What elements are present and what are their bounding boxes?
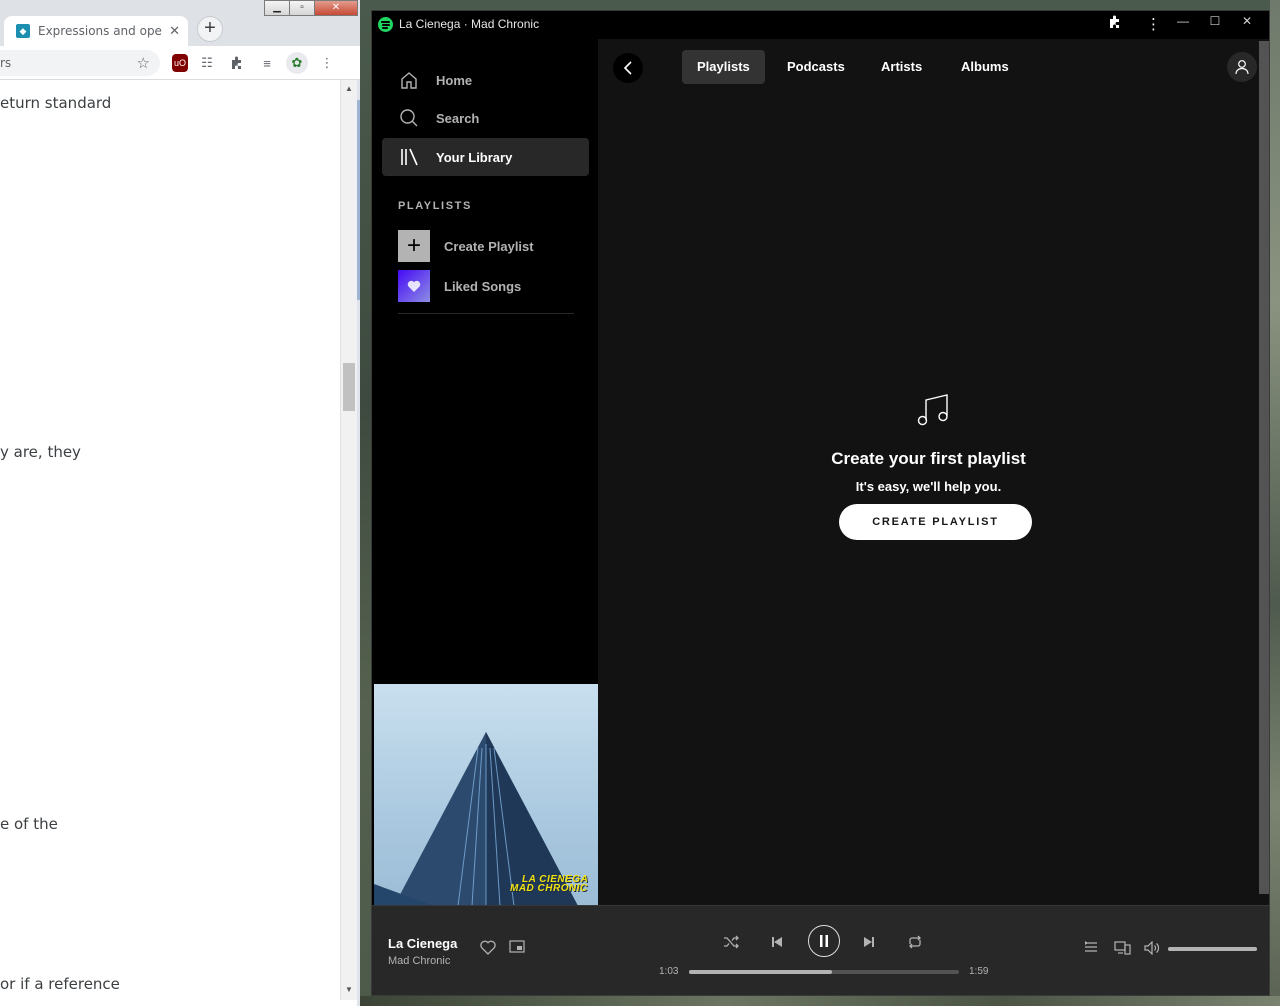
close-button[interactable]: ✕ [314,0,358,16]
bookmark-star-icon[interactable]: ☆ [137,50,150,76]
page-scrollbar[interactable]: ▲ ▼ [340,80,357,1000]
pause-button[interactable] [808,925,840,957]
track-duration: 1:59 [969,966,989,977]
extensions-puzzle-icon[interactable] [1108,15,1122,33]
next-track-icon[interactable] [853,926,885,958]
now-playing-title[interactable]: La Cienega [388,936,457,951]
tab-favicon-icon: ◆ [16,24,30,38]
ublock-extension-icon[interactable]: uO [172,54,188,72]
page-text-line: e of the [0,815,58,833]
tab-albums[interactable]: Albums [946,50,1024,84]
main-scrollbar[interactable] [1259,39,1269,905]
browser-toolbar: rs ☆ uO ☷ ≡ ✿ ⋮ [0,46,360,80]
spotify-window: La Cienega · Mad Chronic ⋮ — ☐ ✕ Home Se… [371,10,1270,996]
extensions-bar: uO ☷ ≡ ✿ ⋮ [172,52,338,74]
now-playing-cover-art[interactable]: LA CIENEGA MAD CHRONIC [374,684,598,906]
playlist-item-label: Create Playlist [444,238,534,254]
address-bar-text: rs [0,56,12,70]
browser-tab[interactable]: ◆ Expressions and operato ✕ [4,16,188,46]
empty-state-title: Create your first playlist [831,449,1026,468]
tab-title: Expressions and operato [38,24,163,38]
scrollbar-thumb[interactable] [1259,41,1269,894]
window-edge [357,80,360,1006]
minimize-button[interactable]: ▁ [264,0,290,16]
tab-podcasts[interactable]: Podcasts [772,50,860,84]
maximize-button[interactable]: ☐ [1199,12,1231,30]
minimize-button[interactable]: — [1167,12,1199,30]
browser-titlebar: ▁ ▫ ✕ ◆ Expressions and operato ✕ + [0,0,360,46]
reading-list-icon[interactable]: ≡ [256,52,278,74]
spotify-logo-icon [378,17,393,32]
repeat-icon[interactable] [899,926,931,958]
user-icon [1235,60,1249,75]
now-playing-artist[interactable]: Mad Chronic [388,955,450,967]
desktop-wallpaper [360,996,1280,1006]
browser-window-controls: ▁ ▫ ✕ [264,0,358,16]
sidebar-item-label: Your Library [436,149,513,165]
progress-fill [689,970,833,974]
new-tab-button[interactable]: + [197,16,223,42]
pause-icon [820,935,828,947]
tab-playlists[interactable]: Playlists [682,50,765,84]
empty-state-subtitle: It's easy, we'll help you. [855,479,1002,494]
close-button[interactable]: ✕ [1231,12,1263,30]
liked-songs-item[interactable]: Liked Songs [398,270,588,302]
page-text-line: or if a reference [0,975,120,993]
browser-window: ▁ ▫ ✕ ◆ Expressions and operato ✕ + rs ☆… [0,0,360,1006]
volume-icon[interactable] [1144,940,1161,960]
profile-avatar[interactable]: ✿ [286,52,308,74]
sidebar-divider [398,313,574,314]
tab-close-icon[interactable]: ✕ [169,23,180,39]
connect-device-icon[interactable] [1114,941,1131,960]
playback-progress-bar[interactable] [689,970,959,974]
sidebar-item-home[interactable]: Home [382,61,589,99]
scrollbar-thumb[interactable] [343,363,355,411]
elapsed-time: 1:03 [659,966,679,977]
scroll-down-icon[interactable]: ▼ [345,985,353,994]
spotify-titlebar: La Cienega · Mad Chronic ⋮ — ☐ ✕ [372,11,1269,39]
create-playlist-button[interactable]: + Create Playlist [398,230,588,262]
browser-menu-icon[interactable]: ⋮ [316,52,338,74]
create-playlist-cta-button[interactable]: CREATE PLAYLIST [839,504,1032,540]
extensions-puzzle-icon[interactable] [226,52,248,74]
playlists-heading: PLAYLISTS [398,200,472,212]
sidebar-item-label: Search [436,110,480,126]
more-menu-icon[interactable]: ⋮ [1146,15,1161,33]
user-menu-button[interactable] [1227,52,1257,82]
cover-text: MAD CHRONIC [510,883,588,894]
spotify-window-controls: — ☐ ✕ [1167,12,1263,30]
maximize-button[interactable]: ▫ [289,0,315,16]
tab-artists[interactable]: Artists [866,50,937,84]
library-icon [398,146,420,168]
address-bar[interactable]: rs ☆ [0,50,160,76]
volume-fill [1168,947,1257,951]
desktop-wallpaper [1270,0,1280,1006]
home-icon [398,69,420,91]
titlebar-tools: ⋮ [1108,15,1161,33]
window-title: La Cienega · Mad Chronic [399,17,540,31]
main-view: Playlists Podcasts Artists Albums Create… [598,39,1259,905]
extension-filter-icon[interactable]: ☷ [196,52,218,74]
volume-slider[interactable] [1168,947,1257,951]
chevron-left-icon [623,61,632,75]
back-button[interactable] [613,53,643,83]
page-text-line: eturn standard [0,94,112,112]
heart-icon[interactable] [480,940,496,960]
queue-icon[interactable] [1084,941,1098,959]
sidebar-item-library[interactable]: Your Library [382,138,589,176]
shuffle-icon[interactable] [715,926,747,958]
search-icon [398,107,420,129]
picture-in-picture-icon[interactable] [509,940,525,958]
music-note-icon [917,394,948,426]
playlist-item-label: Liked Songs [444,278,522,294]
scroll-up-icon[interactable]: ▲ [345,84,353,93]
player-bar: La Cienega Mad Chronic 1:03 1:59 [372,905,1269,995]
building-illustration [374,732,578,906]
plus-icon: + [398,230,430,262]
previous-track-icon[interactable] [761,926,793,958]
page-text-line: y are, they [0,443,81,461]
sidebar-item-search[interactable]: Search [382,99,589,137]
sidebar-item-label: Home [436,72,473,88]
heart-icon [398,270,430,302]
